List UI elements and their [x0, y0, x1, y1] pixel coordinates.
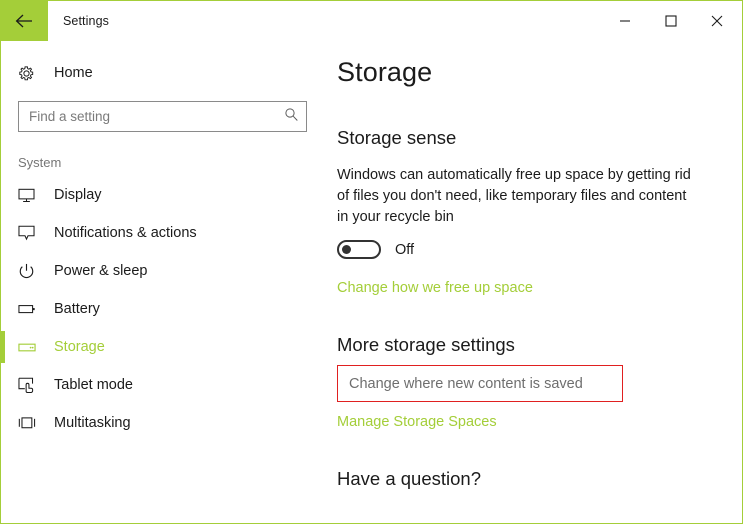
sidebar-item-battery[interactable]: Battery: [1, 290, 329, 328]
sidebar-item-power[interactable]: Power & sleep: [1, 252, 329, 290]
sidebar-item-home[interactable]: Home: [1, 59, 329, 87]
content-area: Home System: [1, 41, 742, 523]
sidebar-item-multitasking-label: Multitasking: [54, 415, 131, 431]
minimize-button[interactable]: [602, 5, 648, 36]
maximize-button[interactable]: [648, 5, 694, 36]
window-controls: [602, 1, 742, 41]
search-button[interactable]: [276, 102, 306, 131]
page-title: Storage: [337, 57, 433, 87]
close-button[interactable]: [694, 5, 740, 36]
storage-sense-heading: Storage sense: [337, 127, 457, 148]
sidebar-item-multitasking[interactable]: Multitasking: [1, 404, 329, 442]
sidebar: Home System: [1, 41, 329, 523]
sidebar-item-tablet-mode-label: Tablet mode: [54, 377, 133, 393]
sidebar-item-battery-label: Battery: [54, 301, 100, 317]
gear-icon: [18, 65, 42, 82]
main-pane: Storage Storage sense Windows can automa…: [329, 41, 742, 523]
tablet-hand-icon: [18, 377, 42, 393]
maximize-icon: [665, 14, 677, 27]
sidebar-item-display-label: Display: [54, 187, 102, 203]
change-where-content-saved-highlight: Change where new content is saved: [337, 365, 623, 402]
drive-icon: [18, 342, 42, 353]
title-bar: Settings: [1, 1, 742, 41]
storage-sense-toggle-state: Off: [395, 241, 415, 258]
sidebar-item-notifications[interactable]: Notifications & actions: [1, 214, 329, 252]
settings-window: Settings Home Find a setting System Disp…: [0, 0, 743, 524]
sidebar-item-home-label: Home: [54, 65, 93, 81]
battery-icon: [18, 303, 42, 315]
change-how-we-free-up-space-link[interactable]: Change how we free up space: [337, 280, 533, 296]
back-arrow-icon: [14, 13, 36, 29]
multitasking-icon: [18, 416, 42, 430]
storage-sense-toggle-row: Off: [337, 240, 742, 259]
sidebar-item-tablet-mode[interactable]: Tablet mode: [1, 366, 329, 404]
sidebar-item-display[interactable]: Display: [1, 176, 329, 214]
have-a-question-heading: Have a question?: [337, 468, 481, 489]
sidebar-item-notifications-label: Notifications & actions: [54, 225, 197, 241]
sidebar-item-power-label: Power & sleep: [54, 263, 148, 279]
search-icon: [284, 107, 299, 127]
search-box[interactable]: [18, 101, 307, 132]
monitor-icon: [18, 188, 42, 203]
sidebar-item-storage-label: Storage: [54, 339, 105, 355]
power-icon: [18, 263, 42, 280]
storage-sense-description: Windows can automatically free up space …: [337, 167, 691, 225]
speech-bubble-icon: [18, 225, 42, 241]
more-storage-settings-heading: More storage settings: [337, 334, 515, 355]
close-icon: [711, 15, 723, 27]
toggle-knob: [342, 245, 351, 254]
search-input[interactable]: [19, 102, 276, 131]
minimize-icon: [619, 15, 631, 27]
sidebar-item-storage[interactable]: Storage: [1, 328, 329, 366]
sidebar-section-label: System: [18, 155, 62, 170]
storage-sense-toggle[interactable]: [337, 240, 381, 259]
back-button[interactable]: [1, 1, 48, 41]
change-where-new-content-is-saved-link[interactable]: Change where new content is saved: [338, 376, 583, 392]
manage-storage-spaces-link[interactable]: Manage Storage Spaces: [337, 414, 497, 430]
window-title: Settings: [63, 14, 109, 28]
